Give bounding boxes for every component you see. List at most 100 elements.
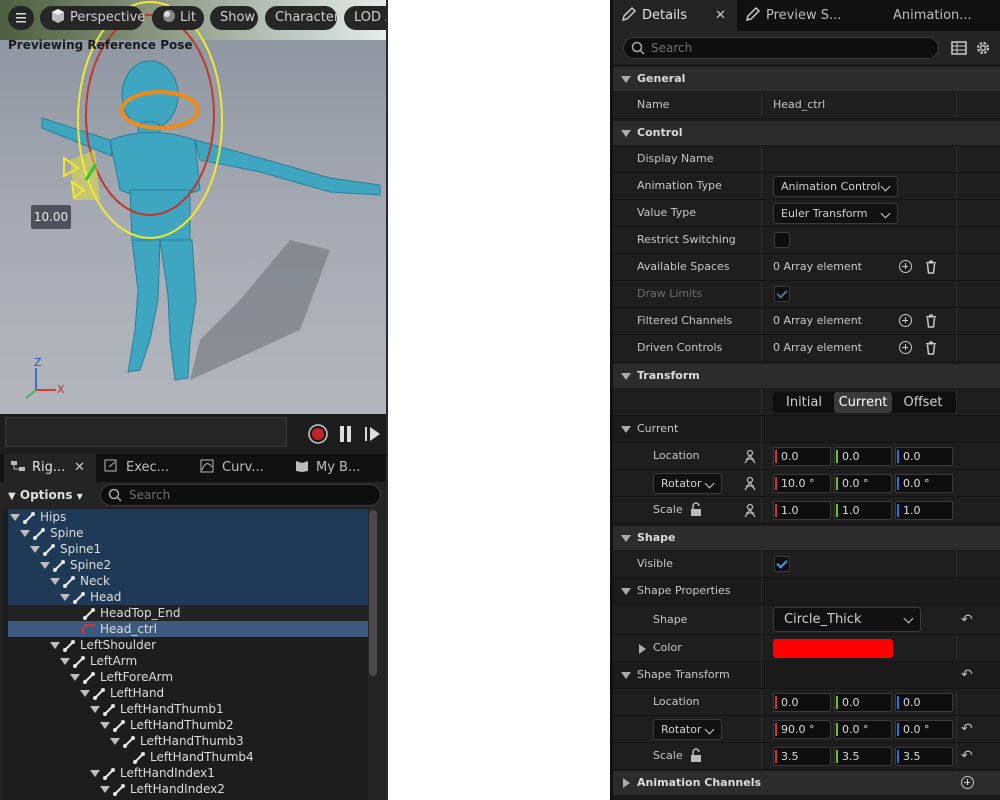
table-view-icon[interactable]: [951, 40, 967, 56]
expand-arrow-icon[interactable]: [100, 722, 110, 729]
tree-row-control[interactable]: Head_ctrl: [8, 621, 368, 637]
step-forward-icon[interactable]: [364, 424, 382, 444]
expand-arrow-icon[interactable]: [90, 770, 100, 777]
value-type-dropdown[interactable]: Euler Transform: [773, 203, 898, 224]
trash-icon[interactable]: [924, 260, 938, 274]
viewport[interactable]: Z X Perspective Lit Show Character LOD A…: [0, 0, 386, 414]
reset-origin-icon[interactable]: [743, 503, 757, 518]
draw-limits-checkbox[interactable]: [774, 286, 790, 302]
expand-arrow-icon[interactable]: [50, 578, 60, 585]
tree-row-bone[interactable]: LeftHandIndex2: [8, 781, 368, 797]
visible-checkbox[interactable]: [774, 556, 790, 572]
tree-scrollbar[interactable]: [369, 510, 377, 676]
restrict-switching-checkbox[interactable]: [774, 232, 790, 248]
hierarchy-search[interactable]: Search: [100, 484, 381, 506]
expand-arrow-icon[interactable]: [100, 786, 110, 793]
section-transform[interactable]: Transform: [613, 364, 1000, 388]
character-button[interactable]: Character: [265, 6, 339, 30]
reset-to-default-icon[interactable]: ↶: [961, 662, 973, 688]
tab-details[interactable]: Details ✕: [613, 0, 737, 31]
tree-row-bone[interactable]: LeftHandThumb2: [8, 717, 368, 733]
expand-arrow-icon[interactable]: [60, 594, 70, 601]
mode-initial[interactable]: Initial: [775, 392, 833, 413]
shape-location-y-input[interactable]: 0.0: [834, 693, 892, 712]
tab-my-blueprint[interactable]: My B...: [292, 454, 386, 482]
options-button[interactable]: ▼ Options ▼: [8, 485, 83, 505]
section-shape[interactable]: Shape: [613, 526, 1000, 550]
expand-arrow-icon[interactable]: [60, 658, 70, 665]
expand-arrow-icon[interactable]: [110, 738, 120, 745]
shape-rotator-yaw-input[interactable]: 0.0 °: [895, 720, 953, 739]
color-swatch[interactable]: [773, 639, 893, 658]
section-general[interactable]: General: [613, 67, 1000, 91]
shape-scale-x-input[interactable]: 3.5: [773, 747, 831, 766]
mode-current[interactable]: Current: [834, 392, 892, 413]
close-tab-icon[interactable]: ✕: [74, 454, 85, 482]
add-element-icon[interactable]: [899, 314, 912, 327]
close-tab-icon[interactable]: ✕: [715, 0, 726, 31]
row-current-group[interactable]: Current: [613, 416, 1000, 443]
unlock-icon[interactable]: [689, 502, 703, 517]
expand-arrow-icon[interactable]: [639, 644, 646, 654]
row-shape-properties[interactable]: Shape Properties: [613, 578, 1000, 605]
shape-rotator-roll-input[interactable]: 90.0 °: [773, 720, 831, 739]
add-element-icon[interactable]: [899, 260, 912, 273]
rotator-roll-input[interactable]: 10.0 °: [773, 474, 831, 493]
add-element-icon[interactable]: [899, 341, 912, 354]
rotator-type-dropdown[interactable]: Rotator: [653, 473, 722, 494]
shape-scale-y-input[interactable]: 3.5: [834, 747, 892, 766]
reset-origin-icon[interactable]: [743, 449, 757, 464]
tree-row-bone[interactable]: LeftForeArm: [8, 669, 368, 685]
animation-type-dropdown[interactable]: Animation Control: [773, 176, 898, 197]
expand-arrow-icon[interactable]: [90, 706, 100, 713]
location-x-input[interactable]: 0.0: [773, 447, 831, 466]
tree-row-bone[interactable]: LeftHandThumb3: [8, 733, 368, 749]
show-button[interactable]: Show: [210, 6, 258, 30]
lit-button[interactable]: Lit: [152, 6, 204, 30]
details-search[interactable]: Search: [623, 37, 939, 59]
tree-row-bone[interactable]: LeftArm: [8, 653, 368, 669]
scale-x-input[interactable]: 1.0: [773, 501, 831, 520]
rotator-pitch-input[interactable]: 0.0 °: [834, 474, 892, 493]
unlock-icon[interactable]: [689, 748, 703, 763]
tree-row-bone[interactable]: Spine: [8, 525, 368, 541]
tab-curves[interactable]: Curv...: [196, 454, 288, 482]
expand-arrow-icon[interactable]: [10, 514, 20, 521]
trash-icon[interactable]: [924, 341, 938, 355]
reset-origin-icon[interactable]: [743, 476, 757, 491]
tree-row-bone[interactable]: LeftHandIndex1: [8, 765, 368, 781]
tree-row-bone[interactable]: Spine1: [8, 541, 368, 557]
shape-rotator-pitch-input[interactable]: 0.0 °: [834, 720, 892, 739]
viewport-menu-button[interactable]: [8, 6, 34, 30]
shape-scale-z-input[interactable]: 3.5: [895, 747, 953, 766]
tree-row-bone[interactable]: Neck: [8, 573, 368, 589]
add-channel-icon[interactable]: [961, 776, 974, 789]
tab-rig-hierarchy[interactable]: Rig... ✕: [4, 454, 96, 482]
scale-y-input[interactable]: 1.0: [834, 501, 892, 520]
shape-dropdown[interactable]: Circle_Thick: [773, 607, 921, 632]
expand-arrow-icon[interactable]: [30, 546, 40, 553]
expand-arrow-icon[interactable]: [80, 690, 90, 697]
trash-icon[interactable]: [924, 314, 938, 328]
perspective-button[interactable]: Perspective: [40, 6, 145, 30]
tree-row-bone[interactable]: LeftHandThumb1: [8, 701, 368, 717]
expand-arrow-icon[interactable]: [20, 530, 30, 537]
mode-offset[interactable]: Offset: [894, 392, 952, 413]
tree-row-bone[interactable]: HeadTop_End: [8, 605, 368, 621]
shape-location-x-input[interactable]: 0.0: [773, 693, 831, 712]
row-shape-transform[interactable]: Shape Transform ↶: [613, 662, 1000, 689]
shape-location-z-input[interactable]: 0.0: [895, 693, 953, 712]
tree-row-bone[interactable]: Hips: [8, 509, 368, 525]
timeline-field[interactable]: [5, 417, 287, 447]
tab-execution[interactable]: Exec...: [100, 454, 192, 482]
reset-to-default-icon[interactable]: ↶: [961, 607, 973, 633]
section-animation-channels[interactable]: Animation Channels: [613, 771, 1000, 795]
location-z-input[interactable]: 0.0: [895, 447, 953, 466]
tree-row-bone[interactable]: LeftShoulder: [8, 637, 368, 653]
expand-arrow-icon[interactable]: [70, 674, 80, 681]
expand-arrow-icon[interactable]: [50, 642, 60, 649]
expand-arrow-icon[interactable]: [40, 562, 50, 569]
tab-preview-scene[interactable]: Preview S...: [743, 0, 867, 31]
record-icon[interactable]: [307, 423, 329, 445]
tree-row-bone[interactable]: Spine2: [8, 557, 368, 573]
